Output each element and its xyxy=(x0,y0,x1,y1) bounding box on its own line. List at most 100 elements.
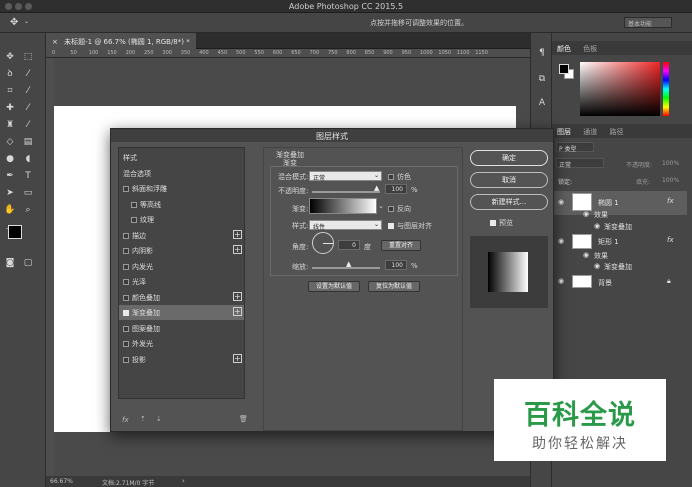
foreground-color-swatch[interactable] xyxy=(8,225,22,239)
fx-menu-icon[interactable]: fx xyxy=(122,416,129,424)
fx-icon[interactable]: fx xyxy=(667,236,674,244)
add-effect-icon[interactable]: + xyxy=(233,245,242,254)
layer-row-rectangle[interactable]: ◉ 矩形 1 fx xyxy=(554,234,687,250)
style-list-item[interactable]: 光泽 xyxy=(119,274,244,289)
style-list-item[interactable]: 纹理 xyxy=(119,212,244,227)
style-list-item[interactable]: 内阴影 + xyxy=(119,243,244,258)
layer-opacity-value[interactable]: 100% xyxy=(662,160,679,167)
add-effect-icon[interactable]: + xyxy=(233,291,242,301)
eraser-tool-icon[interactable]: ◇ xyxy=(4,136,16,148)
layer-kind-filter[interactable]: P 类型 xyxy=(556,142,594,153)
checkbox-icon[interactable] xyxy=(123,279,129,285)
stamp-tool-icon[interactable]: ♜ xyxy=(4,119,16,131)
effects-row[interactable]: ◉ 效果 xyxy=(554,251,687,261)
chevron-down-icon[interactable]: ⌄ xyxy=(24,18,29,25)
eyedropper-icon[interactable]: ⁄ xyxy=(22,85,34,97)
reset-default-button[interactable]: 复位为默认值 xyxy=(368,281,420,292)
opacity-field[interactable]: 100 xyxy=(385,184,407,194)
style-list-item[interactable]: 等高线 xyxy=(119,197,244,212)
add-effect-icon[interactable]: + xyxy=(233,229,242,239)
checkbox-icon[interactable] xyxy=(123,263,129,270)
gradient-tool-icon[interactable]: ▤ xyxy=(22,136,34,148)
move-tool-icon[interactable]: ✥ xyxy=(10,17,18,28)
set-default-button[interactable]: 设置为默认值 xyxy=(308,281,360,292)
checkbox-icon[interactable] xyxy=(123,325,129,332)
move-tool-icon[interactable]: ✥ xyxy=(4,51,16,63)
checkbox-icon[interactable] xyxy=(131,201,137,208)
scale-slider-thumb[interactable]: ▲ xyxy=(346,260,351,268)
dither-checkbox[interactable]: 仿色 xyxy=(388,172,411,182)
screen-mode-icon[interactable]: ▢ xyxy=(22,257,34,269)
crop-tool-icon[interactable]: ⌗ xyxy=(4,85,16,97)
paragraph-icon[interactable]: ¶ xyxy=(536,47,548,59)
ok-button[interactable]: 确定 xyxy=(470,150,548,166)
trash-icon[interactable]: 🗑︎ xyxy=(239,415,248,423)
style-list-item[interactable]: 混合选项 xyxy=(119,166,244,181)
glyphs-icon[interactable]: ⧉ xyxy=(536,73,548,85)
path-select-icon[interactable]: ➤ xyxy=(4,187,16,199)
style-list-item[interactable]: 渐变叠加 + xyxy=(119,305,244,320)
layer-row-background[interactable]: ◉ 背景 🔒︎ xyxy=(554,275,687,289)
checkbox-icon[interactable] xyxy=(123,310,129,316)
effects-row[interactable]: ◉ 效果 xyxy=(554,210,687,220)
eye-icon[interactable]: ◉ xyxy=(594,262,600,270)
fill-value[interactable]: 100% xyxy=(662,177,679,184)
hue-slider[interactable] xyxy=(663,62,669,116)
blur-tool-icon[interactable]: ● xyxy=(4,153,16,165)
style-list-item[interactable]: 样式 xyxy=(119,150,244,165)
shape-tool-icon[interactable]: ▭ xyxy=(22,187,34,199)
checkbox-icon[interactable] xyxy=(388,174,394,180)
dodge-tool-icon[interactable]: ◖ xyxy=(22,153,34,165)
add-effect-icon[interactable]: + xyxy=(233,307,242,316)
gradient-picker[interactable] xyxy=(309,198,377,214)
move-down-icon[interactable]: ⇣ xyxy=(156,415,162,423)
checkbox-icon[interactable] xyxy=(123,248,129,254)
hand-tool-icon[interactable]: ✋ xyxy=(4,204,16,216)
quick-mask-icon[interactable]: ◙ xyxy=(4,257,16,269)
scale-field[interactable]: 100 xyxy=(385,260,407,270)
reset-alignment-button[interactable]: 重置对齐 xyxy=(381,240,421,251)
panel-foreground-swatch[interactable] xyxy=(559,64,569,74)
cancel-button[interactable]: 取消 xyxy=(470,172,548,188)
reverse-checkbox[interactable]: 反向 xyxy=(388,204,411,214)
style-list-item[interactable]: 内发光 xyxy=(119,259,244,274)
new-style-button[interactable]: 新建样式... xyxy=(470,194,548,210)
blend-mode-select[interactable]: 正常 ⌄ xyxy=(309,171,382,182)
style-list-item[interactable]: 颜色叠加 + xyxy=(119,290,244,305)
healing-brush-icon[interactable]: ✚ xyxy=(4,102,16,114)
effect-gradient-overlay-row[interactable]: ◉ 渐变叠加 xyxy=(554,262,687,272)
marquee-tool-icon[interactable]: ⬚ xyxy=(22,51,34,63)
visibility-eye-icon[interactable]: ◉ xyxy=(558,237,564,245)
fx-icon[interactable]: fx xyxy=(667,197,674,205)
layer-name[interactable]: 椭圆 1 xyxy=(598,198,619,208)
checkbox-icon[interactable] xyxy=(123,341,129,347)
history-brush-icon[interactable]: ⁄ xyxy=(22,119,34,131)
visibility-eye-icon[interactable]: ◉ xyxy=(558,198,564,206)
tab-layers[interactable]: 图层 xyxy=(552,124,576,140)
workspace-select[interactable]: 基本功能 xyxy=(624,17,672,28)
layer-name[interactable]: 背景 xyxy=(598,278,612,288)
brush-tool-icon[interactable]: ⁄ xyxy=(22,102,34,114)
eye-icon[interactable]: ◉ xyxy=(594,222,600,230)
layer-blend-mode[interactable]: 正常 xyxy=(556,158,604,169)
opacity-slider-track[interactable] xyxy=(312,191,380,193)
lasso-tool-icon[interactable]: ꝺ xyxy=(4,68,16,80)
tab-channels[interactable]: 通道 xyxy=(578,124,602,140)
visibility-eye-icon[interactable]: ◉ xyxy=(558,277,564,285)
checkbox-icon[interactable] xyxy=(388,206,394,212)
add-effect-icon[interactable]: + xyxy=(233,353,242,363)
color-picker-field[interactable] xyxy=(580,62,660,116)
style-list-item[interactable]: 投影 + xyxy=(119,352,244,367)
checkbox-icon[interactable] xyxy=(131,217,137,223)
document-tab[interactable]: × 未标题-1 @ 66.7% (椭圆 1, RGB/8*) * xyxy=(46,33,196,49)
chevron-right-icon[interactable]: › xyxy=(182,477,185,485)
effect-gradient-overlay-row[interactable]: ◉ 渐变叠加 xyxy=(554,222,687,232)
zoom-tool-icon[interactable]: ⌕ xyxy=(22,204,34,216)
checkbox-icon[interactable] xyxy=(123,294,129,301)
character-icon[interactable]: A xyxy=(536,97,548,109)
gradient-style-select[interactable]: 线性 ⌄ xyxy=(309,220,382,231)
preview-checkbox[interactable]: 预览 xyxy=(490,218,513,228)
tab-paths[interactable]: 路径 xyxy=(604,124,628,140)
angle-dial[interactable] xyxy=(312,232,334,254)
style-list-item[interactable]: 描边 + xyxy=(119,228,244,243)
